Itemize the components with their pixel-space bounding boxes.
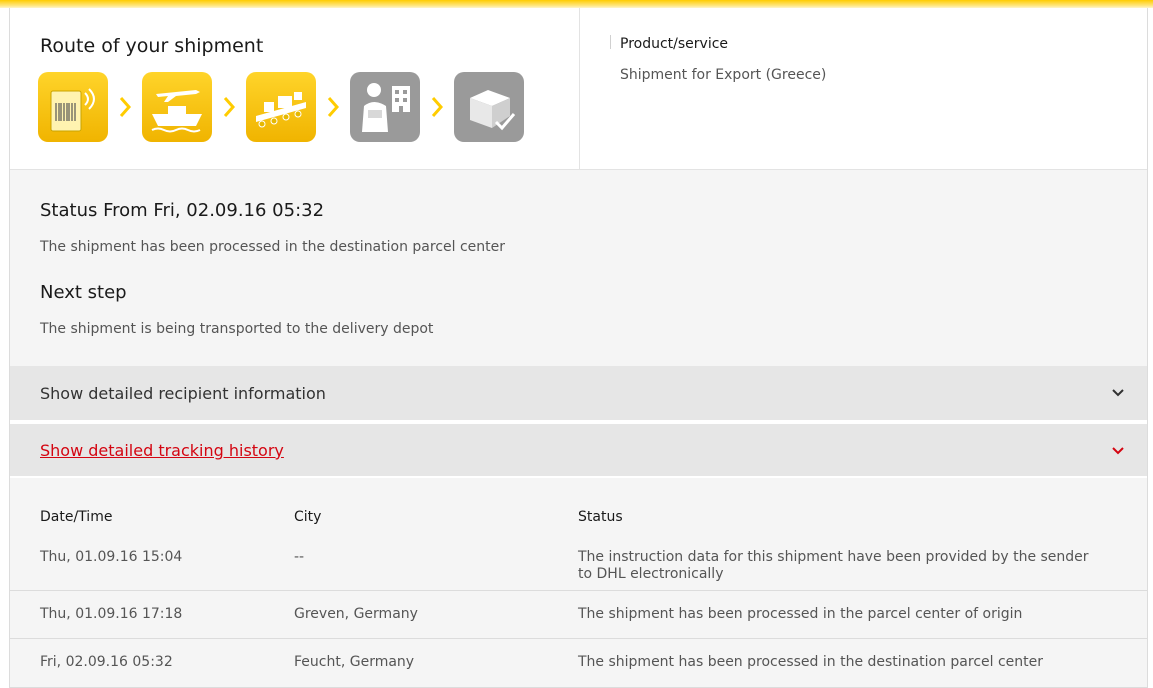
cell-status: The shipment has been processed in the p… xyxy=(578,606,1023,622)
parcel-label-icon xyxy=(50,88,95,132)
column-header-status: Status xyxy=(578,509,623,525)
step-transport xyxy=(142,72,212,142)
recipient-info-toggle[interactable]: Show detailed recipient information xyxy=(10,366,1147,420)
plane-ship-icon xyxy=(151,90,202,133)
chevron-down-icon xyxy=(1112,389,1124,397)
cell-datetime: Thu, 01.09.16 17:18 xyxy=(40,606,183,622)
conveyor-icon xyxy=(256,92,306,128)
tracking-history-link[interactable]: Show detailed tracking history xyxy=(40,441,284,460)
step-delivery xyxy=(350,72,420,142)
column-header-city: City xyxy=(294,509,322,525)
route-steps xyxy=(38,71,524,143)
route-panel: Route of your shipment xyxy=(10,8,580,170)
divider xyxy=(610,35,611,49)
cell-city: -- xyxy=(294,549,305,565)
table-row: Fri, 02.09.16 05:32 Feucht, Germany The … xyxy=(10,638,1147,688)
table-row: Thu, 01.09.16 15:04 -- The instruction d… xyxy=(10,540,1147,590)
status-text: The shipment has been processed in the d… xyxy=(40,239,506,255)
chevron-right-icon xyxy=(420,95,454,119)
product-value: Shipment for Export (Greece) xyxy=(620,67,827,83)
courier-delivery-icon xyxy=(362,83,410,132)
cell-datetime: Fri, 02.09.16 05:32 xyxy=(40,654,173,670)
brand-top-bar xyxy=(0,0,1153,8)
tracking-history-table: Date/Time City Status Thu, 01.09.16 15:0… xyxy=(10,478,1147,688)
step-parcel-center xyxy=(246,72,316,142)
chevron-right-icon xyxy=(212,95,246,119)
product-label: Product/service xyxy=(620,36,729,52)
status-panel: Status From Fri, 02.09.16 05:32 The ship… xyxy=(10,170,1147,366)
step-parcel-label xyxy=(38,72,108,142)
next-step-title: Next step xyxy=(40,282,127,303)
box-delivered-icon xyxy=(470,90,516,131)
status-title: Status From Fri, 02.09.16 05:32 xyxy=(40,200,325,221)
product-panel: Product/service Shipment for Export (Gre… xyxy=(580,8,1147,170)
recipient-info-label: Show detailed recipient information xyxy=(40,384,326,403)
cell-status: The instruction data for this shipment h… xyxy=(578,549,1089,582)
route-title: Route of your shipment xyxy=(40,35,264,57)
table-row: Thu, 01.09.16 17:18 Greven, Germany The … xyxy=(10,590,1147,639)
step-delivered xyxy=(454,72,524,142)
column-header-datetime: Date/Time xyxy=(40,509,113,525)
tracking-history-toggle[interactable]: Show detailed tracking history xyxy=(10,422,1147,476)
cell-city: Greven, Germany xyxy=(294,606,418,622)
next-step-text: The shipment is being transported to the… xyxy=(40,321,434,337)
page: Route of your shipment Product/service S… xyxy=(0,0,1153,688)
shipment-card: Route of your shipment Product/service S… xyxy=(9,8,1148,688)
chevron-right-icon xyxy=(316,95,350,119)
cell-datetime: Thu, 01.09.16 15:04 xyxy=(40,549,183,565)
chevron-right-icon xyxy=(108,95,142,119)
cell-city: Feucht, Germany xyxy=(294,654,415,670)
chevron-down-icon xyxy=(1112,447,1124,455)
cell-status: The shipment has been processed in the d… xyxy=(578,654,1044,670)
